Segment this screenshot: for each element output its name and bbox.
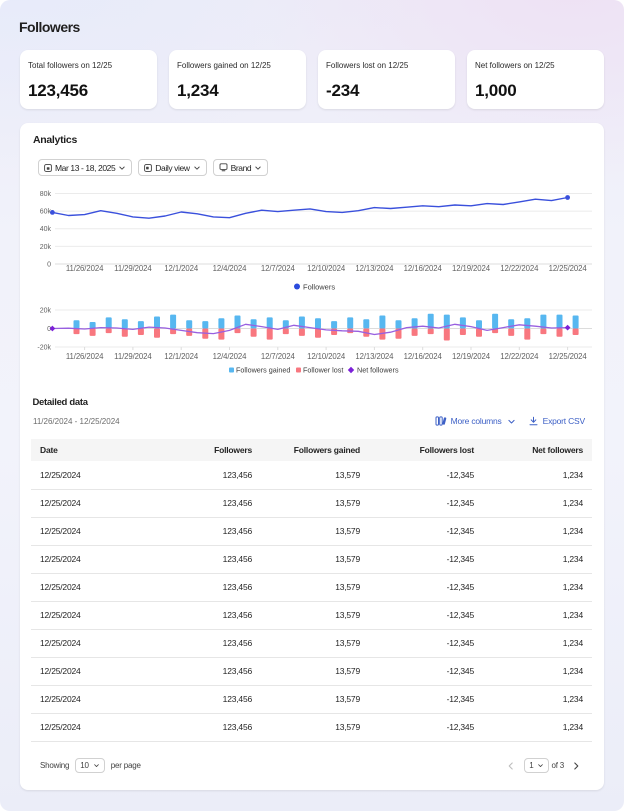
svg-text:12/22/2024: 12/22/2024: [500, 352, 539, 361]
svg-text:40k: 40k: [40, 226, 52, 233]
svg-text:12/19/2024: 12/19/2024: [452, 264, 491, 273]
svg-text:12/22/2024: 12/22/2024: [500, 264, 539, 273]
svg-text:20k: 20k: [40, 308, 52, 315]
svg-text:12/13/2024: 12/13/2024: [355, 264, 394, 273]
svg-text:12/25/2024: 12/25/2024: [549, 264, 588, 273]
svg-text:Followers gained: Followers gained: [236, 365, 290, 374]
svg-text:80k: 80k: [40, 191, 52, 198]
svg-text:12/1/2024: 12/1/2024: [164, 264, 199, 273]
svg-text:12/4/2024: 12/4/2024: [213, 264, 248, 273]
svg-text:12/25/2024: 12/25/2024: [549, 352, 588, 361]
svg-text:11/29/2024: 11/29/2024: [114, 264, 152, 273]
svg-text:Followers: Followers: [303, 283, 335, 292]
svg-text:12/7/2024: 12/7/2024: [261, 352, 296, 361]
svg-text:12/19/2024: 12/19/2024: [452, 352, 491, 361]
svg-text:Follower lost: Follower lost: [303, 365, 343, 374]
svg-text:12/10/2024: 12/10/2024: [307, 264, 346, 273]
svg-text:11/29/2024: 11/29/2024: [114, 352, 152, 361]
svg-text:12/4/2024: 12/4/2024: [213, 352, 248, 361]
svg-text:12/13/2024: 12/13/2024: [355, 352, 394, 361]
svg-text:12/10/2024: 12/10/2024: [307, 352, 346, 361]
svg-text:60k: 60k: [40, 209, 52, 216]
svg-text:11/26/2024: 11/26/2024: [66, 352, 104, 361]
svg-text:12/1/2024: 12/1/2024: [164, 352, 199, 361]
svg-text:0: 0: [47, 262, 51, 269]
svg-text:0: 0: [47, 326, 51, 333]
svg-text:12/16/2024: 12/16/2024: [404, 352, 443, 361]
svg-text:-20k: -20k: [37, 345, 51, 352]
svg-text:12/16/2024: 12/16/2024: [404, 264, 443, 273]
svg-text:20k: 20k: [40, 244, 52, 251]
svg-text:Net followers: Net followers: [357, 365, 399, 374]
svg-text:12/7/2024: 12/7/2024: [261, 264, 296, 273]
svg-text:11/26/2024: 11/26/2024: [66, 264, 104, 273]
